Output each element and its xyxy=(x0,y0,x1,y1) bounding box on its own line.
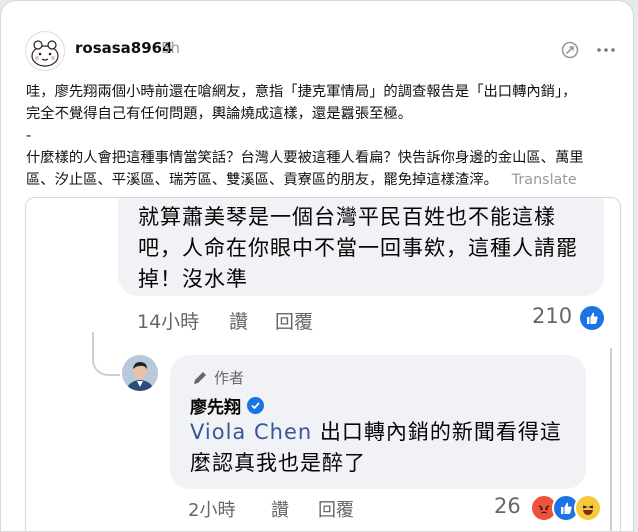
pencil-icon xyxy=(194,371,206,384)
post-username[interactable]: rosasa8964 xyxy=(75,39,173,57)
avatar[interactable] xyxy=(25,31,65,71)
avatar-icon xyxy=(26,32,64,70)
comment-text: 就算蕭美琴是一個台灣平民百姓也不能這樣吧，人命在你眼中不當一回事欸，這種人請罷掉… xyxy=(138,205,578,291)
translate-link[interactable]: Translate xyxy=(512,172,577,188)
repost-icon[interactable] xyxy=(559,39,581,61)
author-tag: 作者 xyxy=(192,367,244,388)
reply-time: 2小時 xyxy=(188,500,236,521)
reply-author: 廖先翔 xyxy=(190,393,264,418)
like-icon xyxy=(580,306,604,330)
post-text: 哇，廖先翔兩個小時前還在嗆網友，意指「捷克軍情局」的調查報告是「出口轉內銷」， … xyxy=(26,84,584,188)
author-tag-label: 作者 xyxy=(214,369,245,387)
post-card: rosasa8964 5h 哇，廖先翔兩個小時前還在嗆網友，意指「捷克軍情局」的… xyxy=(0,0,634,532)
thread-connector xyxy=(92,332,120,376)
comment-reply-button: 回覆 xyxy=(275,311,314,333)
reply-author-name: 廖先翔 xyxy=(190,398,241,418)
reply-bubble: 作者 廖先翔 Viola Chen 出口轉內銷的新聞看得這麼認真我也是醉了 xyxy=(170,355,586,489)
comment-time: 14小時 xyxy=(137,311,200,333)
comment-like-button: 讚 xyxy=(229,311,249,333)
reply-text: Viola Chen 出口轉內銷的新聞看得這麼認真我也是醉了 xyxy=(190,417,580,479)
post-time[interactable]: 5h xyxy=(161,39,180,57)
thread-line xyxy=(610,348,612,531)
post-body: 哇，廖先翔兩個小時前還在嗆網友，意指「捷克軍情局」的調查報告是「出口轉內銷」， … xyxy=(26,81,626,191)
person-icon xyxy=(122,355,158,391)
reply-avatar xyxy=(122,355,158,391)
reply-like-button: 讚 xyxy=(271,500,289,521)
reply-mention: Viola Chen xyxy=(190,420,313,444)
comment-bubble: 就算蕭美琴是一個台灣平民百姓也不能這樣吧，人命在你眼中不當一回事欸，這種人請罷掉… xyxy=(118,198,604,296)
comment-reaction-count: 210 xyxy=(532,304,573,328)
attached-screenshot[interactable]: 就算蕭美琴是一個台灣平民百姓也不能這樣吧，人命在你眼中不當一回事欸，這種人請罷掉… xyxy=(25,197,621,531)
more-icon[interactable] xyxy=(595,39,617,61)
verified-icon xyxy=(247,397,264,414)
reply-reply-button: 回覆 xyxy=(318,500,354,521)
reply-reaction-count: 26 xyxy=(494,494,521,518)
haha-icon xyxy=(574,494,602,522)
